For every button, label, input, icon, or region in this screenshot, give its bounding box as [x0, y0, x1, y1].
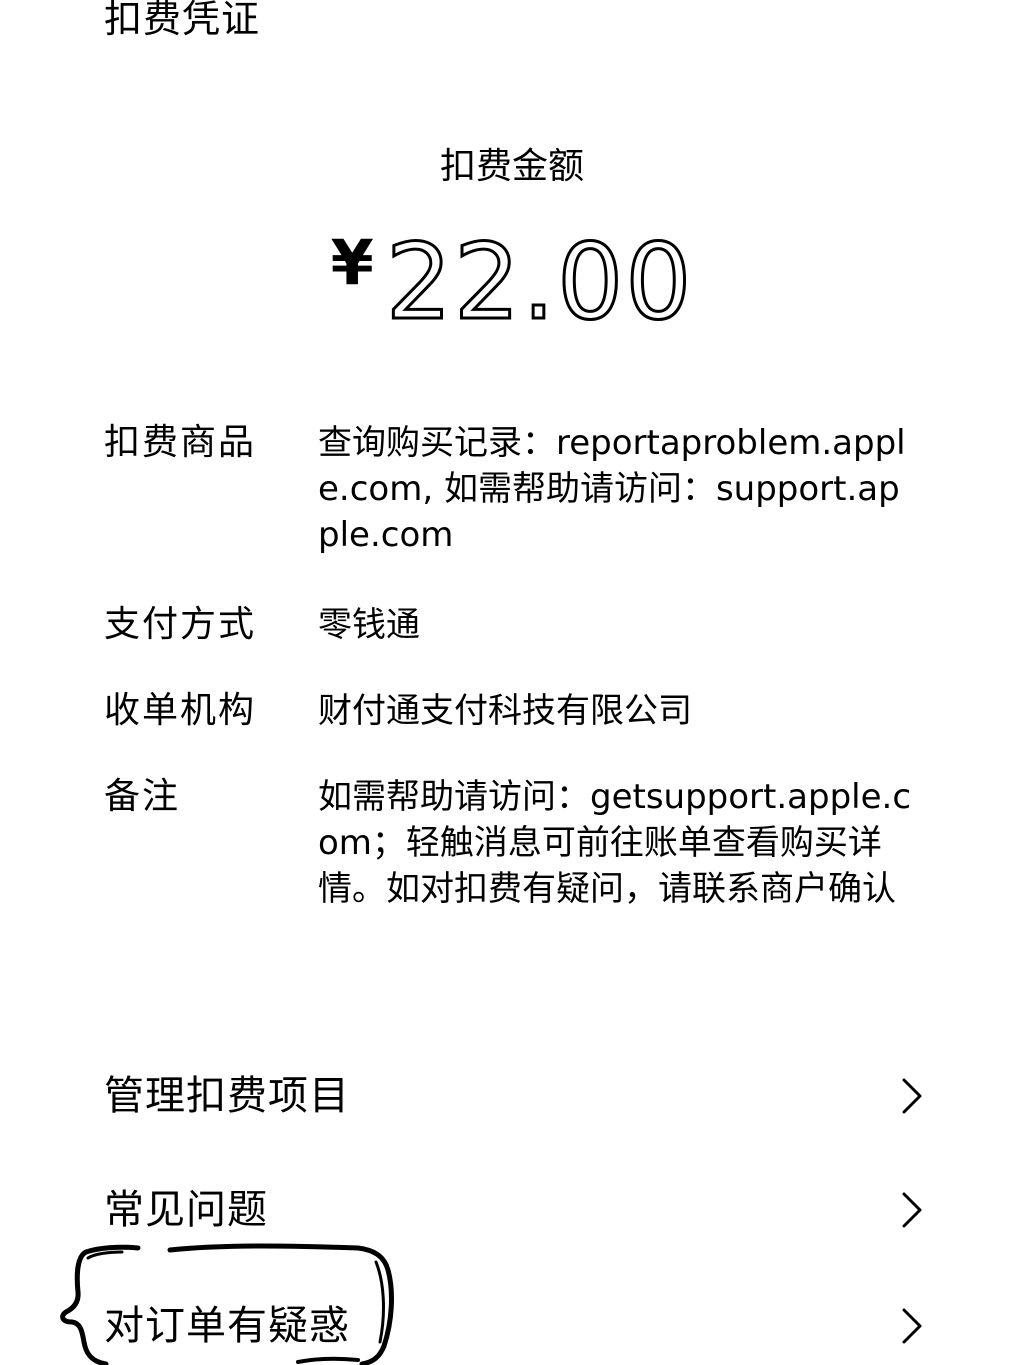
amount-label: 扣费金额: [439, 146, 584, 187]
faq-item[interactable]: 常见问题: [104, 1176, 924, 1246]
menu-item-label: 管理扣费项目: [104, 1073, 350, 1119]
detail-key: 备注: [104, 776, 181, 817]
detail-value: 零钱通: [318, 605, 420, 645]
detail-key: 支付方式: [104, 604, 257, 645]
detail-value: 财付通支付科技有限公司: [318, 691, 692, 731]
currency-symbol: ¥: [330, 226, 374, 299]
chevron-right-icon: [902, 1078, 922, 1114]
menu-item-label: 常见问题: [104, 1187, 268, 1233]
menu-item-label: 对订单有疑惑: [104, 1303, 350, 1349]
detail-key: 收单机构: [104, 690, 257, 731]
chevron-right-icon: [902, 1192, 922, 1228]
chevron-right-icon: [902, 1308, 922, 1344]
manage-deductions-item[interactable]: 管理扣费项目: [104, 1062, 924, 1132]
order-question-item[interactable]: 对订单有疑惑: [104, 1292, 924, 1362]
detail-key: 扣费商品: [104, 422, 257, 463]
amount-display: ¥22.00: [0, 221, 1024, 344]
detail-value: 查询购买记录：reportaproblem.apple.com, 如需帮助请访问…: [318, 423, 906, 555]
amount-value: 22.00: [384, 221, 694, 344]
detail-value: 如需帮助请访问：getsupport.apple.com；轻触消息可前往账单查看…: [318, 777, 912, 909]
page-title: 扣费凭证: [104, 0, 261, 41]
